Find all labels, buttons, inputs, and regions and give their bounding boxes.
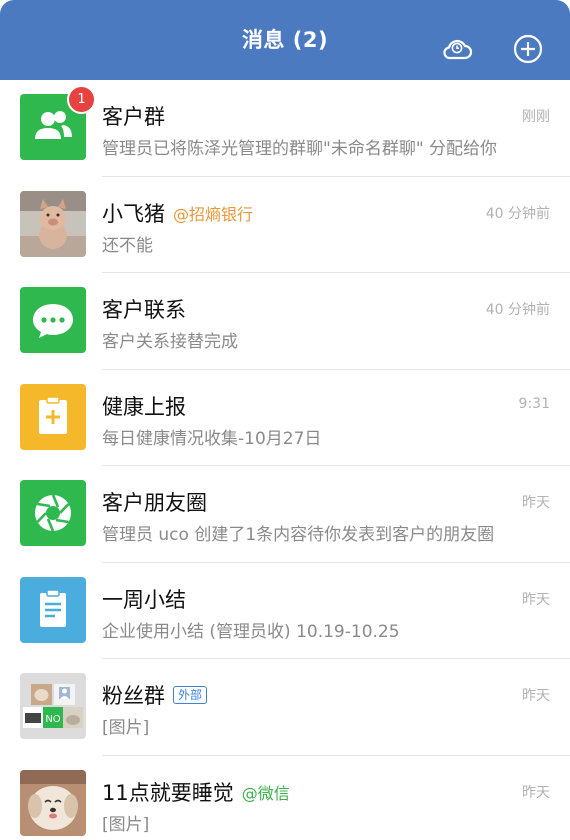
aperture-icon [20,480,86,546]
cloud-clock-icon [443,39,473,60]
name-line: 健康上报 [102,392,186,420]
customer-contact-avatar [20,287,86,353]
weekly-report-icon [20,576,86,643]
conversation-name: 粉丝群 [102,684,165,708]
page-title: 消息 (2) [241,28,329,52]
name-line: 11点就要睡觉 @微信 [102,778,290,806]
conversation-name: 小飞猪 [102,201,165,226]
message-time: 9:31 [518,395,550,412]
health-clipboard-icon [20,383,86,450]
name-line: 一周小结 [102,585,186,613]
conversation-name: 11点就要睡觉 [102,780,234,805]
conversation-row-sleep-at-11[interactable]: 11点就要睡觉 @微信 [图片] 昨天 [0,756,570,840]
company-tag: @招熵银行 [173,204,254,224]
weekly-summary-avatar [20,576,86,643]
message-preview: 管理员已将陈泽光管理的群聊"未命名群聊" 分配给你 [102,139,498,159]
conversation-row-customer-contact[interactable]: 客户联系 客户关系接替完成 40 分钟前 [0,273,570,370]
message-preview: 管理员 uco 创建了1条内容待你发表到客户的朋友圈 [102,525,495,545]
cloud-clock-button[interactable] [440,32,474,66]
message-preview: [图片] [102,718,150,738]
pig-photo-avatar [20,190,86,257]
unread-badge: 1 [67,85,96,114]
conversation-list: 1 客户群 管理员已将陈泽光管理的群聊"未命名群聊" 分配给你 刚刚 小飞猪 @… [0,80,570,840]
message-preview: [图片] [102,814,150,835]
header-bar: 消息 (2) [0,0,570,80]
group-collage-avatar: NO [20,673,86,739]
name-line: 客户朋友圈 [102,488,207,516]
message-preview: 客户关系接替完成 [102,332,238,352]
message-time: 昨天 [522,688,550,704]
name-line: 小飞猪 @招熵银行 [102,199,253,227]
user-avatar [20,190,86,257]
message-time: 40 分钟前 [485,302,550,318]
conversation-name: 客户群 [102,105,165,129]
svg-text:NO: NO [45,714,60,725]
message-preview: 企业使用小结 (管理员收) 10.19-10.25 [102,621,400,642]
message-time: 40 分钟前 [485,205,550,222]
name-line: 客户群 [102,102,165,130]
conversation-row-fan-group[interactable]: NO 粉丝群 外部 [图片] 昨天 [0,659,570,756]
message-time: 昨天 [522,495,550,511]
message-preview: 每日健康情况收集-10月27日 [102,428,322,449]
user-avatar [20,769,86,836]
wechat-tag: @微信 [241,783,290,803]
conversation-row-health-report[interactable]: 健康上报 每日健康情况收集-10月27日 9:31 [0,370,570,466]
conversation-row-weekly-summary[interactable]: 一周小结 企业使用小结 (管理员收) 10.19-10.25 昨天 [0,563,570,659]
conversation-name: 客户联系 [102,298,186,322]
add-button[interactable] [511,32,545,66]
conversation-row-customer-moments[interactable]: 客户朋友圈 管理员 uco 创建了1条内容待你发表到客户的朋友圈 昨天 [0,466,570,563]
external-tag: 外部 [173,686,208,704]
dog-photo-avatar [20,769,86,836]
conversation-row-xiaofeizhu[interactable]: 小飞猪 @招熵银行 还不能 40 分钟前 [0,177,570,273]
name-line: 粉丝群 外部 [102,681,208,709]
message-time: 昨天 [522,784,550,801]
name-line: 客户联系 [102,295,186,323]
message-time: 刚刚 [522,109,550,125]
message-time: 昨天 [522,591,550,608]
message-preview: 还不能 [102,235,153,256]
conversation-name: 一周小结 [102,587,186,612]
conversation-name: 健康上报 [102,394,186,419]
add-circle-icon [513,34,543,64]
health-report-avatar [20,383,86,450]
conversation-name: 客户朋友圈 [102,491,207,515]
group-avatar: NO [20,673,86,739]
chat-bubble-icon [20,287,86,353]
customer-moments-avatar [20,480,86,546]
conversation-row-customer-group[interactable]: 1 客户群 管理员已将陈泽光管理的群聊"未命名群聊" 分配给你 刚刚 [0,80,570,177]
